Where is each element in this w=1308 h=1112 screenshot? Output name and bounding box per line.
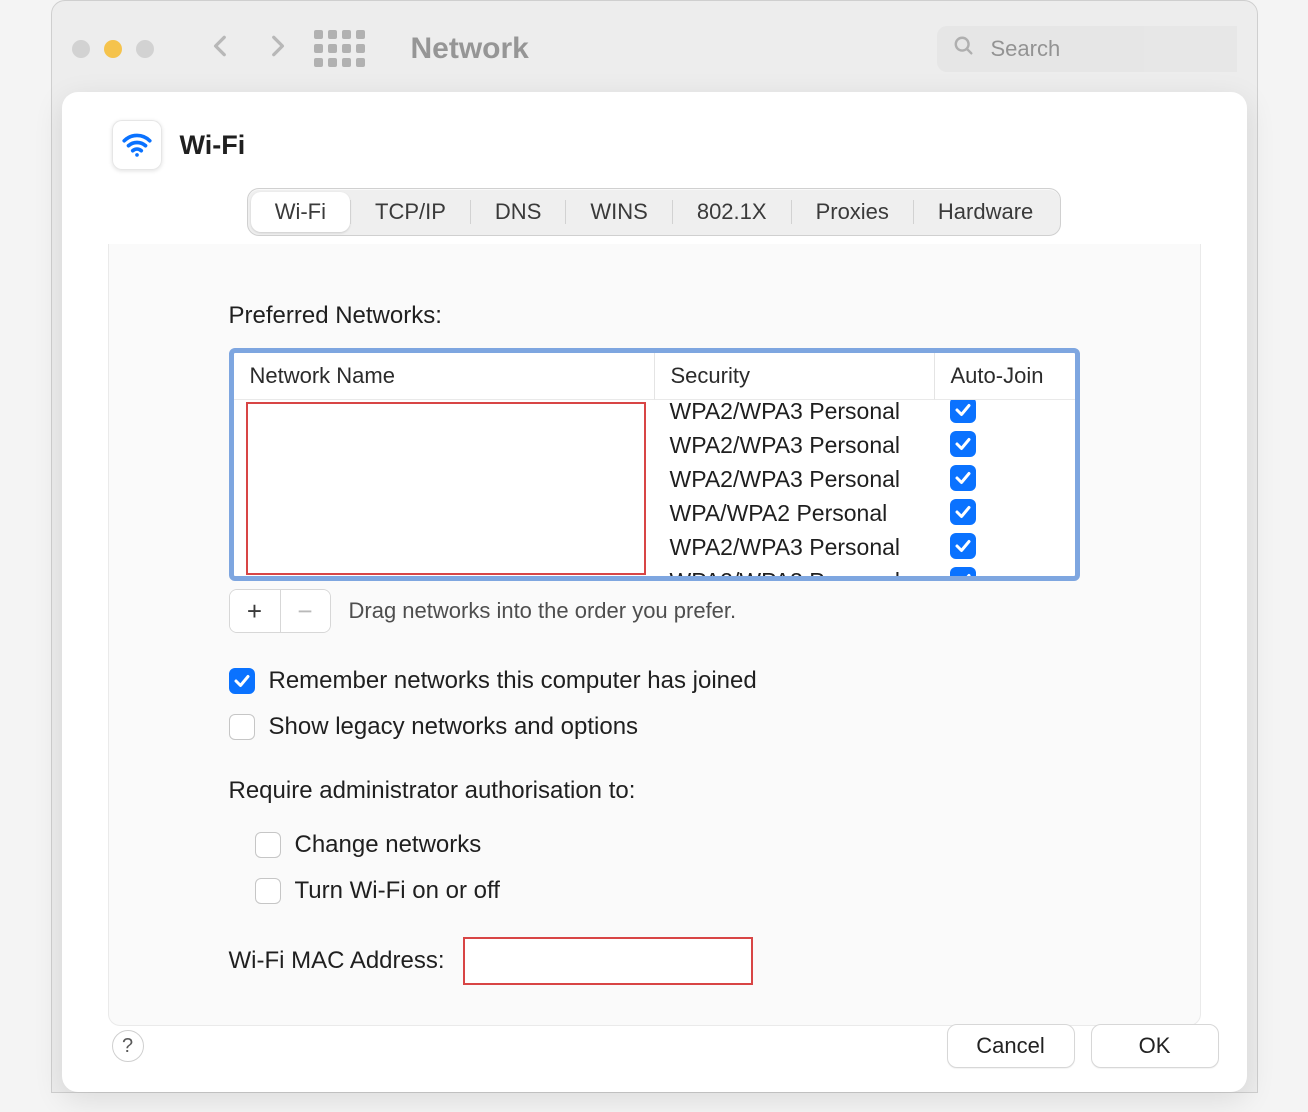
tab-wins[interactable]: WINS [566, 192, 671, 232]
redacted-mac-address [463, 937, 753, 985]
add-network-button[interactable]: + [230, 590, 280, 632]
column-header-name[interactable]: Network Name [234, 353, 654, 400]
autojoin-checkbox[interactable] [950, 400, 976, 423]
sheet-title: Wi-Fi [180, 130, 246, 161]
show-legacy-label: Show legacy networks and options [269, 713, 639, 741]
column-header-autojoin[interactable]: Auto-Join [934, 353, 1075, 400]
wifi-icon [112, 120, 162, 170]
security-cell: WPA2/WPA3 Personal [654, 534, 934, 561]
autojoin-cell [934, 567, 1075, 576]
search-input[interactable] [989, 35, 1237, 63]
tab-hardware[interactable]: Hardware [914, 192, 1057, 232]
autojoin-cell [934, 465, 1075, 493]
show-legacy-checkbox[interactable]: Show legacy networks and options [229, 713, 1080, 741]
preferred-networks-label: Preferred Networks: [229, 302, 1080, 330]
toggle-wifi-checkbox[interactable]: Turn Wi-Fi on or off [255, 877, 1080, 905]
close-button[interactable] [72, 40, 90, 58]
cancel-button[interactable]: Cancel [947, 1024, 1075, 1068]
toggle-wifi-label: Turn Wi-Fi on or off [295, 877, 500, 905]
forward-button[interactable] [264, 33, 290, 65]
checkbox-icon [255, 878, 281, 904]
help-button[interactable]: ? [112, 1030, 144, 1062]
preferred-networks-table[interactable]: Network Name Security Auto-Join WPA2/WPA… [229, 348, 1080, 581]
security-cell: WPA2/WPA3 Personal [654, 466, 934, 493]
security-cell: WPA2/WPA3 Personal [654, 400, 934, 425]
autojoin-checkbox[interactable] [950, 533, 976, 559]
tab-8021x[interactable]: 802.1X [673, 192, 791, 232]
wifi-advanced-sheet: Wi-Fi Wi-Fi TCP/IP DNS WINS 802.1X Proxi… [62, 92, 1247, 1092]
remember-networks-label: Remember networks this computer has join… [269, 667, 757, 695]
remove-network-button[interactable]: − [280, 590, 330, 632]
admin-auth-label: Require administrator authorisation to: [229, 777, 1080, 805]
checkbox-icon [229, 714, 255, 740]
system-preferences-window: Network Wi-Fi Wi-Fi TCP/IP [51, 0, 1258, 1093]
remember-networks-checkbox[interactable]: Remember networks this computer has join… [229, 667, 1080, 695]
traffic-lights [72, 40, 154, 58]
checkbox-icon [255, 832, 281, 858]
wifi-mac-label: Wi-Fi MAC Address: [229, 947, 445, 975]
drag-hint: Drag networks into the order you prefer. [349, 598, 737, 624]
autojoin-checkbox[interactable] [950, 465, 976, 491]
tab-dns[interactable]: DNS [471, 192, 565, 232]
tab-tcpip[interactable]: TCP/IP [351, 192, 470, 232]
search-icon [953, 35, 975, 63]
autojoin-cell [934, 431, 1075, 459]
tab-bar: Wi-Fi TCP/IP DNS WINS 802.1X Proxies Har… [247, 188, 1062, 236]
tab-proxies[interactable]: Proxies [792, 192, 913, 232]
back-button[interactable] [208, 33, 234, 65]
window-title: Network [411, 32, 529, 66]
minimize-button[interactable] [104, 40, 122, 58]
autojoin-checkbox[interactable] [950, 499, 976, 525]
autojoin-cell [934, 499, 1075, 527]
checkbox-icon [229, 668, 255, 694]
security-cell: WPA2/WPA3 Personal [654, 432, 934, 459]
toolbar: Network [52, 1, 1257, 96]
change-networks-checkbox[interactable]: Change networks [255, 831, 1080, 859]
show-all-icon[interactable] [314, 30, 365, 67]
autojoin-cell [934, 400, 1075, 425]
autojoin-cell [934, 533, 1075, 561]
ok-button[interactable]: OK [1091, 1024, 1219, 1068]
security-cell: WPA/WPA2 Personal [654, 500, 934, 527]
search-field-container[interactable] [937, 26, 1237, 72]
column-header-security[interactable]: Security [654, 353, 934, 400]
autojoin-checkbox[interactable] [950, 567, 976, 576]
zoom-button[interactable] [136, 40, 154, 58]
security-cell: WPA2/WPA3 Personal [654, 568, 934, 577]
redacted-network-names [246, 402, 646, 575]
change-networks-label: Change networks [295, 831, 482, 859]
tab-wifi[interactable]: Wi-Fi [251, 192, 350, 232]
autojoin-checkbox[interactable] [950, 431, 976, 457]
